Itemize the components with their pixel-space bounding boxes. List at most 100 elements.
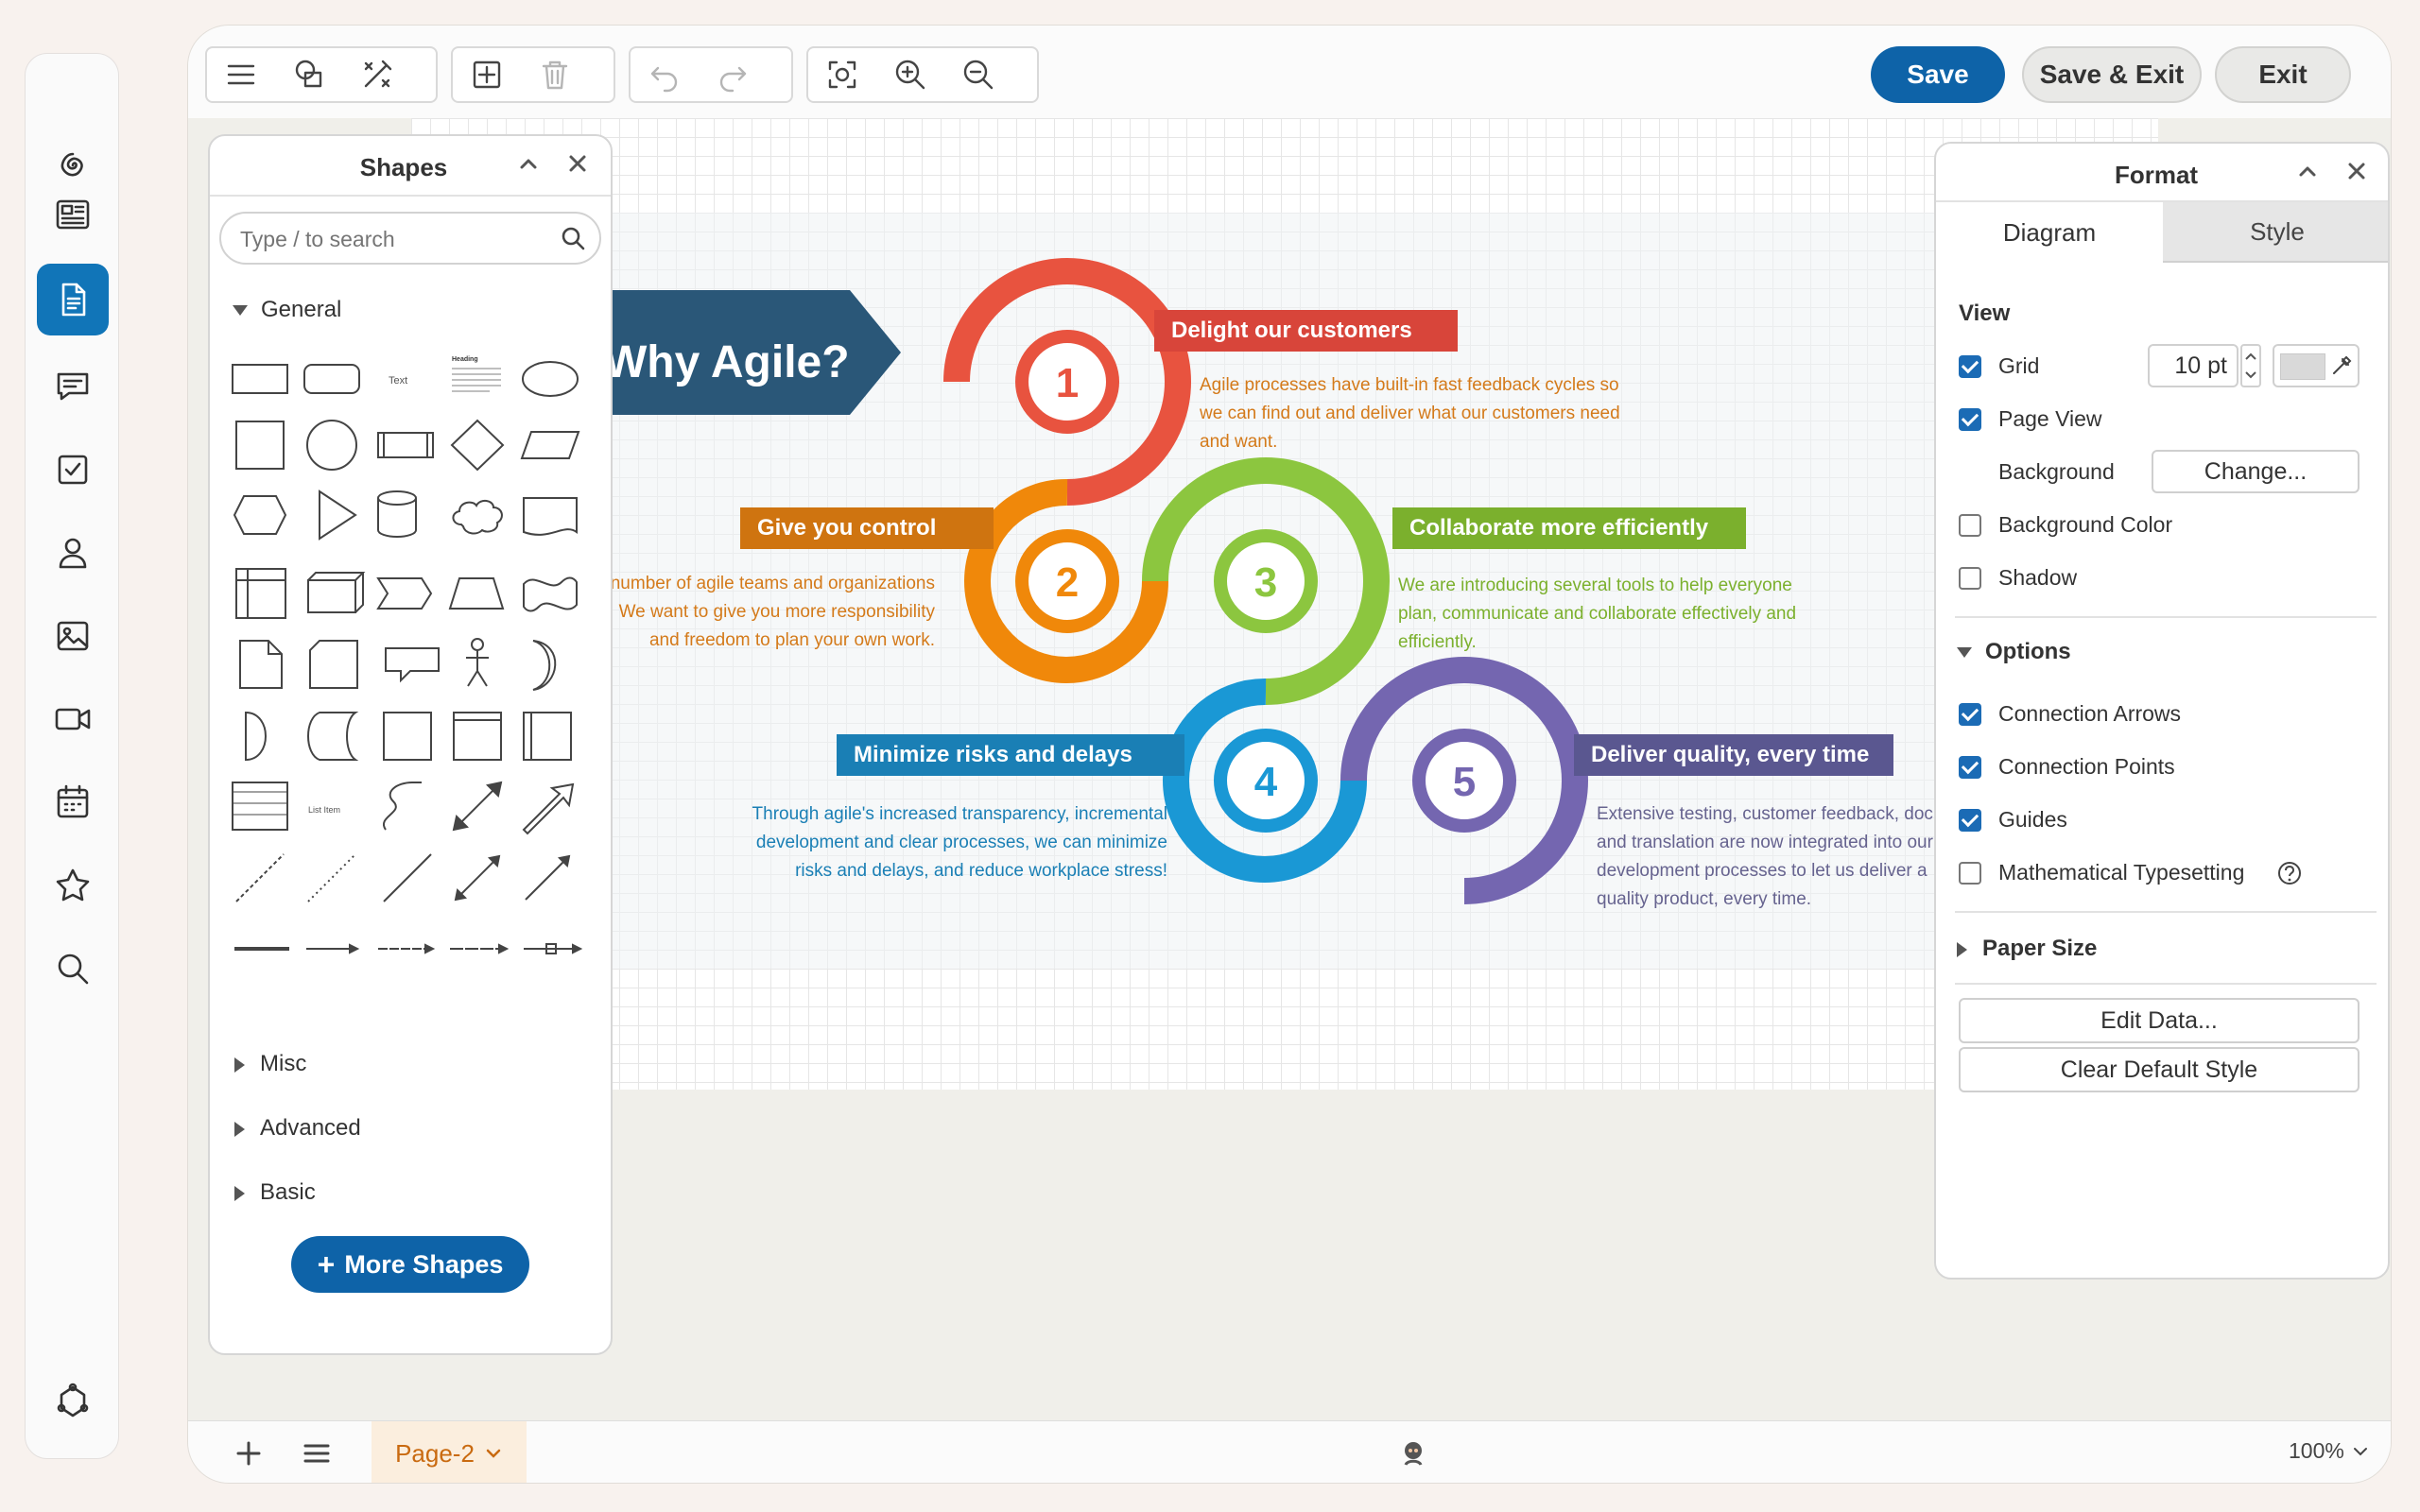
- shape-tape[interactable]: [523, 576, 578, 612]
- news-icon[interactable]: [37, 179, 109, 250]
- zoom-in-button[interactable]: [876, 48, 944, 101]
- calendar-icon[interactable]: [37, 766, 109, 838]
- exit-button[interactable]: Exit: [2215, 46, 2351, 103]
- octocat-icon[interactable]: [1396, 1436, 1430, 1470]
- shape-dotted-line[interactable]: [307, 853, 356, 902]
- insert-button[interactable]: [453, 48, 521, 101]
- documents-icon[interactable]: [37, 264, 109, 335]
- step1-label[interactable]: Delight our customers: [1154, 310, 1458, 352]
- shape-step[interactable]: [376, 577, 433, 610]
- zoom-out-button[interactable]: [944, 48, 1012, 101]
- shape-bidirectional-arrow[interactable]: [452, 781, 503, 832]
- shape-hexagon[interactable]: [233, 495, 287, 535]
- pages-menu-button[interactable]: [300, 1436, 334, 1470]
- grid-size-input[interactable]: 10 pt: [2148, 344, 2238, 387]
- shape-cloud[interactable]: [452, 500, 503, 535]
- shape-internal-storage[interactable]: [235, 568, 286, 619]
- connection-points-checkbox[interactable]: [1959, 756, 1981, 779]
- menu-button[interactable]: [207, 48, 275, 101]
- delete-button[interactable]: [521, 48, 589, 101]
- shape-card[interactable]: [309, 640, 358, 689]
- grid-color-picker[interactable]: [2273, 344, 2360, 387]
- shape-connector-3[interactable]: [450, 943, 510, 954]
- shape-square[interactable]: [235, 421, 285, 470]
- background-color-checkbox[interactable]: [1959, 514, 1981, 537]
- help-button[interactable]: [2276, 860, 2303, 886]
- shape-directional-connector[interactable]: [525, 854, 571, 901]
- undo-button[interactable]: [631, 48, 699, 101]
- zoom-dropdown[interactable]: 100%: [2289, 1438, 2369, 1464]
- shape-process[interactable]: [377, 432, 434, 458]
- shape-connector-4[interactable]: [524, 943, 583, 954]
- redo-button[interactable]: [699, 48, 767, 101]
- step2-label[interactable]: Give you control: [740, 507, 994, 549]
- chat-icon[interactable]: [37, 351, 109, 422]
- shape-triangle[interactable]: [319, 490, 357, 541]
- shadow-checkbox[interactable]: [1959, 567, 1981, 590]
- shape-callout[interactable]: [385, 647, 440, 683]
- edit-data-button[interactable]: Edit Data...: [1959, 998, 2360, 1043]
- video-icon[interactable]: [37, 683, 109, 755]
- shape-trapezoid[interactable]: [448, 577, 505, 610]
- shape-circle[interactable]: [306, 420, 357, 471]
- shape-connector-1[interactable]: [306, 943, 360, 954]
- shape-library-grid[interactable]: Text Heading List Item: [227, 350, 605, 1143]
- shape-bidirectional-connector[interactable]: [454, 854, 501, 902]
- section-basic[interactable]: Basic: [234, 1179, 316, 1206]
- grid-checkbox[interactable]: [1959, 355, 1981, 378]
- shape-vertical-container[interactable]: [523, 712, 572, 761]
- page-view-checkbox[interactable]: [1959, 408, 1981, 431]
- shapes-button[interactable]: [275, 48, 343, 101]
- photos-icon[interactable]: [37, 600, 109, 672]
- page-tab[interactable]: Page-2: [372, 1421, 527, 1483]
- favorites-icon[interactable]: [37, 850, 109, 921]
- shape-delay[interactable]: [245, 711, 267, 762]
- shape-document[interactable]: [523, 497, 578, 536]
- shape-ellipse[interactable]: [522, 361, 579, 397]
- shape-cylinder[interactable]: [377, 490, 417, 538]
- collapse-button[interactable]: [2293, 157, 2322, 190]
- shape-cube[interactable]: [307, 572, 366, 613]
- section-advanced[interactable]: Advanced: [234, 1115, 361, 1142]
- shape-frame[interactable]: [453, 712, 502, 761]
- step5-label[interactable]: Deliver quality, every time: [1574, 734, 1893, 776]
- shape-data-storage[interactable]: [307, 712, 359, 761]
- integrations-icon[interactable]: [37, 1366, 109, 1437]
- shape-parallelogram[interactable]: [520, 431, 580, 459]
- shape-arrow[interactable]: [522, 782, 575, 835]
- shape-list-item[interactable]: List Item: [308, 805, 340, 815]
- shape-search-input[interactable]: [238, 223, 544, 255]
- shape-line[interactable]: [383, 853, 432, 902]
- shape-rectangle[interactable]: [232, 364, 288, 394]
- step4-label[interactable]: Minimize risks and delays: [837, 734, 1184, 776]
- save-button[interactable]: Save: [1871, 46, 2005, 103]
- shape-container[interactable]: [383, 712, 432, 761]
- diagram-page[interactable]: Why Agile? 1 2 3 4 5 Delight our customers A…: [411, 118, 2158, 1090]
- shape-curve[interactable]: [383, 782, 422, 831]
- shape-rounded-rectangle[interactable]: [303, 364, 360, 394]
- shape-connector-2[interactable]: [378, 943, 436, 954]
- options-section[interactable]: Options: [1957, 639, 2071, 665]
- tasks-icon[interactable]: [37, 434, 109, 506]
- section-general[interactable]: General: [233, 297, 341, 323]
- shape-textbox[interactable]: Heading: [452, 356, 501, 392]
- search-icon[interactable]: [37, 933, 109, 1005]
- shape-actor[interactable]: [466, 638, 489, 687]
- search-icon[interactable]: [560, 225, 586, 251]
- collapse-button[interactable]: [514, 149, 543, 182]
- connection-arrows-checkbox[interactable]: [1959, 703, 1981, 726]
- shape-note[interactable]: [239, 640, 283, 689]
- tab-style[interactable]: Style: [2163, 202, 2388, 263]
- change-background-button[interactable]: Change...: [2152, 450, 2360, 493]
- close-button[interactable]: [2342, 157, 2371, 190]
- shape-or[interactable]: [532, 640, 557, 691]
- step3-label[interactable]: Collaborate more efficiently: [1392, 507, 1746, 549]
- close-button[interactable]: [563, 149, 592, 182]
- add-page-button[interactable]: [232, 1436, 266, 1470]
- paper-size-section[interactable]: Paper Size: [1957, 936, 2097, 962]
- format-button[interactable]: [343, 48, 411, 101]
- save-exit-button[interactable]: Save & Exit: [2022, 46, 2202, 103]
- guides-checkbox[interactable]: [1959, 809, 1981, 832]
- clear-default-style-button[interactable]: Clear Default Style: [1959, 1047, 2360, 1092]
- shape-diamond[interactable]: [450, 419, 505, 472]
